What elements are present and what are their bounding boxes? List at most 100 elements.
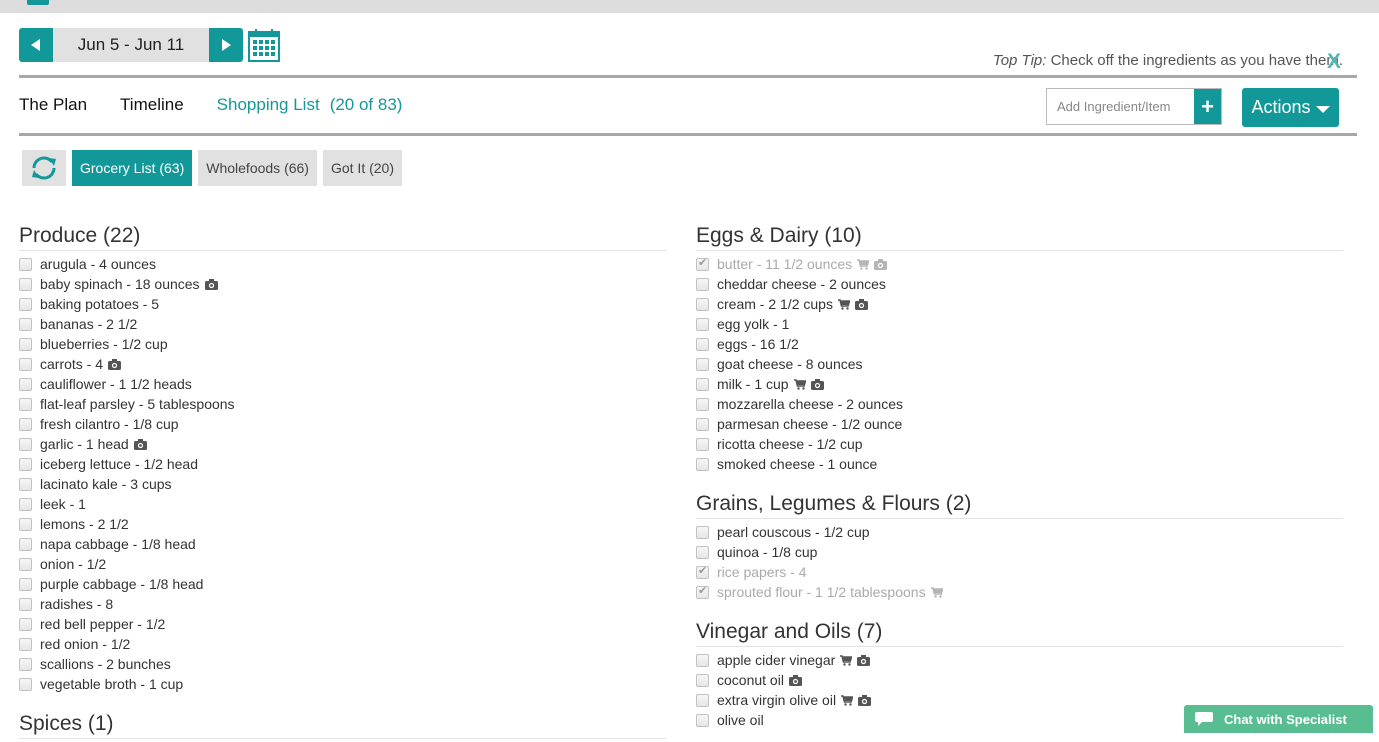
ingredient-label[interactable]: scallions - 2 bunches [40, 656, 171, 672]
ingredient-checkbox[interactable] [19, 397, 32, 411]
ingredient-checkbox[interactable] [696, 584, 709, 599]
ingredient-label[interactable]: smoked cheese - 1 ounce [717, 456, 877, 472]
ingredient-checkbox[interactable] [19, 497, 32, 511]
ingredient-label[interactable]: fresh cilantro - 1/8 cup [40, 416, 179, 432]
filter-grocery-list[interactable]: Grocery List (63) [72, 150, 193, 186]
ingredient-label[interactable]: apple cider vinegar [717, 652, 835, 668]
refresh-button[interactable] [22, 150, 66, 186]
ingredient-checkbox[interactable] [19, 517, 32, 531]
ingredient-checkbox[interactable] [696, 317, 709, 331]
ingredient-label[interactable]: mozzarella cheese - 2 ounces [717, 396, 903, 412]
ingredient-label[interactable]: lemons - 2 1/2 [40, 516, 129, 532]
ingredient-label[interactable]: ricotta cheese - 1/2 cup [717, 436, 863, 452]
add-ingredient-input[interactable] [1047, 89, 1194, 124]
ingredient-label[interactable]: goat cheese - 8 ounces [717, 356, 863, 372]
ingredient-label[interactable]: leek - 1 [40, 496, 86, 512]
shopping-cart-icon[interactable] [841, 694, 854, 706]
ingredient-checkbox[interactable] [696, 564, 709, 579]
ingredient-checkbox[interactable] [19, 377, 32, 391]
ingredient-checkbox[interactable] [19, 617, 32, 631]
chat-with-specialist-button[interactable]: Chat with Specialist [1184, 705, 1373, 733]
camera-icon[interactable] [854, 298, 868, 310]
ingredient-checkbox[interactable] [19, 257, 32, 271]
ingredient-checkbox[interactable] [19, 637, 32, 651]
ingredient-label[interactable]: sprouted flour - 1 1/2 tablespoons [717, 584, 926, 600]
ingredient-checkbox[interactable] [19, 457, 32, 471]
ingredient-checkbox[interactable] [696, 545, 709, 559]
ingredient-label[interactable]: carrots - 4 [40, 356, 103, 372]
ingredient-label[interactable]: blueberries - 1/2 cup [40, 336, 168, 352]
ingredient-checkbox[interactable] [696, 256, 709, 271]
camera-icon[interactable] [788, 674, 802, 686]
ingredient-label[interactable]: pearl couscous - 1/2 cup [717, 524, 870, 540]
ingredient-label[interactable]: baking potatoes - 5 [40, 296, 159, 312]
ingredient-label[interactable]: rice papers - 4 [717, 564, 806, 580]
ingredient-label[interactable]: milk - 1 cup [717, 376, 789, 392]
ingredient-checkbox[interactable] [19, 357, 32, 371]
ingredient-label[interactable]: olive oil [717, 712, 764, 728]
ingredient-label[interactable]: cream - 2 1/2 cups [717, 296, 833, 312]
ingredient-checkbox[interactable] [696, 417, 709, 431]
camera-icon[interactable] [133, 438, 147, 450]
ingredient-checkbox[interactable] [696, 377, 709, 391]
camera-icon[interactable] [858, 694, 872, 706]
ingredient-checkbox[interactable] [696, 525, 709, 539]
ingredient-checkbox[interactable] [19, 337, 32, 351]
add-ingredient-button[interactable]: + [1194, 89, 1221, 124]
shopping-cart-icon[interactable] [837, 298, 850, 310]
camera-icon[interactable] [108, 358, 122, 370]
filter-got-it[interactable]: Got It (20) [322, 150, 402, 186]
next-week-button[interactable] [209, 28, 243, 62]
ingredient-checkbox[interactable] [696, 693, 709, 707]
ingredient-label[interactable]: flat-leaf parsley - 5 tablespoons [40, 396, 235, 412]
ingredient-checkbox[interactable] [696, 337, 709, 351]
ingredient-checkbox[interactable] [19, 317, 32, 331]
ingredient-label[interactable]: arugula - 4 ounces [40, 256, 156, 272]
ingredient-label[interactable]: red bell pepper - 1/2 [40, 616, 165, 632]
ingredient-label[interactable]: cauliflower - 1 1/2 heads [40, 376, 192, 392]
filter-wholefoods[interactable]: Wholefoods (66) [198, 150, 317, 186]
actions-dropdown[interactable]: Actions [1242, 88, 1339, 127]
ingredient-label[interactable]: quinoa - 1/8 cup [717, 544, 817, 560]
camera-icon[interactable] [204, 278, 218, 290]
ingredient-checkbox[interactable] [19, 537, 32, 551]
tab-timeline[interactable]: Timeline [120, 95, 184, 115]
ingredient-checkbox[interactable] [696, 457, 709, 471]
ingredient-checkbox[interactable] [696, 357, 709, 371]
ingredient-checkbox[interactable] [19, 597, 32, 611]
ingredient-checkbox[interactable] [696, 397, 709, 411]
shopping-cart-icon[interactable] [857, 258, 870, 270]
close-tip-button[interactable]: X [1327, 51, 1341, 73]
ingredient-checkbox[interactable] [19, 677, 32, 691]
previous-week-button[interactable] [19, 28, 53, 62]
ingredient-label[interactable]: baby spinach - 18 ounces [40, 276, 200, 292]
shopping-cart-icon[interactable] [793, 378, 806, 390]
ingredient-checkbox[interactable] [19, 577, 32, 591]
ingredient-label[interactable]: onion - 1/2 [40, 556, 106, 572]
ingredient-label[interactable]: garlic - 1 head [40, 436, 129, 452]
ingredient-checkbox[interactable] [19, 297, 32, 311]
ingredient-checkbox[interactable] [696, 653, 709, 667]
ingredient-checkbox[interactable] [696, 277, 709, 291]
shopping-cart-icon[interactable] [930, 586, 943, 598]
ingredient-checkbox[interactable] [696, 713, 709, 727]
ingredient-checkbox[interactable] [19, 277, 32, 291]
ingredient-label[interactable]: butter - 11 1/2 ounces [717, 256, 852, 272]
tab-the-plan[interactable]: The Plan [19, 95, 87, 115]
ingredient-label[interactable]: red onion - 1/2 [40, 636, 130, 652]
ingredient-checkbox[interactable] [19, 557, 32, 571]
ingredient-label[interactable]: iceberg lettuce - 1/2 head [40, 456, 198, 472]
ingredient-label[interactable]: vegetable broth - 1 cup [40, 676, 183, 692]
ingredient-label[interactable]: egg yolk - 1 [717, 316, 789, 332]
camera-icon[interactable] [874, 258, 888, 270]
ingredient-label[interactable]: parmesan cheese - 1/2 ounce [717, 416, 902, 432]
ingredient-label[interactable]: eggs - 16 1/2 [717, 336, 799, 352]
shopping-cart-icon[interactable] [840, 654, 853, 666]
ingredient-checkbox[interactable] [19, 477, 32, 491]
calendar-button[interactable] [248, 28, 280, 62]
ingredient-label[interactable]: coconut oil [717, 672, 784, 688]
ingredient-checkbox[interactable] [696, 673, 709, 687]
logo[interactable] [27, 0, 49, 5]
ingredient-label[interactable]: purple cabbage - 1/8 head [40, 576, 203, 592]
ingredient-checkbox[interactable] [19, 437, 32, 451]
